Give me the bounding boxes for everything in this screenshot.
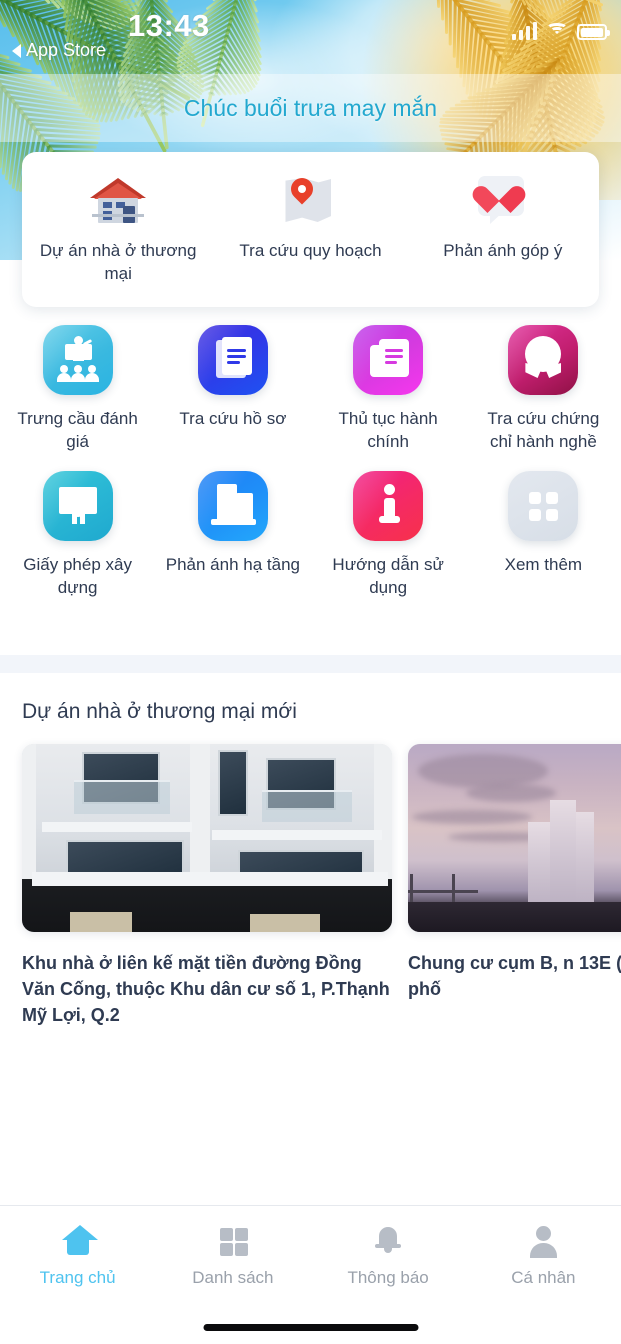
grid-more-icon [508, 471, 579, 542]
app-phan-anh-ha-tang[interactable]: Phản ánh hạ tầng [155, 471, 310, 599]
buildings-icon [197, 471, 268, 542]
quick-action-label: Phản ánh góp ý [443, 241, 563, 260]
quick-action-tra-cuu-quy-hoach[interactable]: Tra cứu quy hoạch [214, 172, 406, 263]
signal-bars-icon [512, 22, 537, 40]
quick-action-label: Dự án nhà ở thương mại [39, 241, 197, 283]
status-time: 13:43 [128, 8, 210, 43]
tab-label: Trang chủ [39, 1268, 116, 1287]
person-icon [523, 1222, 563, 1260]
app-huong-dan-su-dung[interactable]: Hướng dẫn sử dụng [311, 471, 466, 599]
greeting-text: Chúc buổi trưa may mắn [183, 94, 438, 121]
bell-icon [368, 1222, 408, 1260]
map-pin-icon [279, 172, 341, 228]
info-icon [353, 471, 424, 542]
project-card[interactable]: Khu nhà ở liên kế mặt tiền đường Đồng Vă… [22, 744, 392, 1025]
app-tra-cuu-chung-chi[interactable]: Tra cứu chứng chỉ hành nghề [466, 325, 621, 453]
grid-icon [213, 1222, 253, 1260]
greeting-band: Chúc buổi trưa may mắn [0, 74, 621, 142]
heart-speech-bubble-icon [468, 172, 534, 228]
app-screen: 13:43 App Store Chúc buổi trưa may mắn D… [0, 0, 621, 1344]
app-label: Phản ánh hạ tầng [165, 555, 300, 575]
townhouse-facade-photo [22, 744, 392, 932]
document-stack-icon [197, 325, 268, 395]
app-giay-phep-xay-dung[interactable]: Giấy phép xây dựng [0, 471, 155, 599]
highrise-skyline-photo [408, 744, 621, 932]
app-xem-them[interactable]: Xem thêm [466, 471, 621, 599]
project-card[interactable]: Chung cư cụm B, n 13E (phía Nam), Đô phố [408, 744, 621, 999]
tab-label: Danh sách [192, 1268, 274, 1287]
home-indicator[interactable] [203, 1324, 418, 1331]
projects-carousel[interactable]: Khu nhà ở liên kế mặt tiền đường Đồng Vă… [0, 744, 621, 1025]
wifi-icon [546, 22, 568, 40]
quick-action-du-an-nha-o[interactable]: Dự án nhà ở thương mại [22, 172, 214, 286]
app-thu-tuc-hanh-chinh[interactable]: Thủ tục hành chính [311, 325, 466, 453]
app-label: Thủ tục hành chính [338, 409, 438, 451]
house-icon [87, 172, 149, 228]
pages-stack-icon [353, 325, 424, 395]
quick-action-label: Tra cứu quy hoạch [239, 241, 382, 260]
status-indicators [512, 22, 610, 40]
app-label: Hướng dẫn sử dụng [332, 555, 444, 597]
back-arrow-icon [12, 43, 21, 58]
back-to-app-store[interactable]: App Store [12, 40, 106, 61]
tab-trang-chu[interactable]: Trang chủ [0, 1222, 155, 1344]
home-icon [58, 1222, 98, 1260]
award-badge-icon [508, 325, 579, 395]
podium-audience-icon [42, 325, 113, 395]
tab-label: Cá nhân [511, 1268, 576, 1287]
battery-icon [577, 24, 610, 40]
app-tra-cuu-ho-so[interactable]: Tra cứu hồ sơ [155, 325, 310, 453]
certificate-icon [42, 471, 113, 542]
status-bar: 13:43 App Store [0, 0, 621, 64]
project-title: Khu nhà ở liên kế mặt tiền đường Đồng Vă… [22, 953, 390, 1026]
back-label: App Store [26, 40, 107, 60]
projects-section-title: Dự án nhà ở thương mại mới [22, 700, 297, 723]
app-grid: Trưng cầu đánh giá Tra cứu hồ sơ Thủ tục… [0, 325, 621, 617]
tab-label: Thông báo [347, 1268, 429, 1287]
quick-actions-card: Dự án nhà ở thương mại Tra cứu quy hoạch… [22, 152, 599, 307]
app-label: Giấy phép xây dựng [23, 555, 132, 597]
app-label: Tra cứu chứng chỉ hành nghề [487, 409, 600, 451]
app-label: Xem thêm [504, 555, 583, 575]
app-grid-row-1: Trưng cầu đánh giá Tra cứu hồ sơ Thủ tục… [0, 325, 621, 453]
section-divider [0, 655, 621, 673]
app-trung-cau-danh-gia[interactable]: Trưng cầu đánh giá [0, 325, 155, 453]
tab-ca-nhan[interactable]: Cá nhân [466, 1222, 621, 1344]
project-title: Chung cư cụm B, n 13E (phía Nam), Đô phố [408, 953, 621, 1000]
app-label: Trưng cầu đánh giá [17, 409, 138, 451]
app-label: Tra cứu hồ sơ [179, 409, 287, 428]
app-grid-row-2: Giấy phép xây dựng Phản ánh hạ tầng Hướn… [0, 471, 621, 599]
quick-action-phan-anh-gop-y[interactable]: Phản ánh góp ý [407, 172, 599, 263]
